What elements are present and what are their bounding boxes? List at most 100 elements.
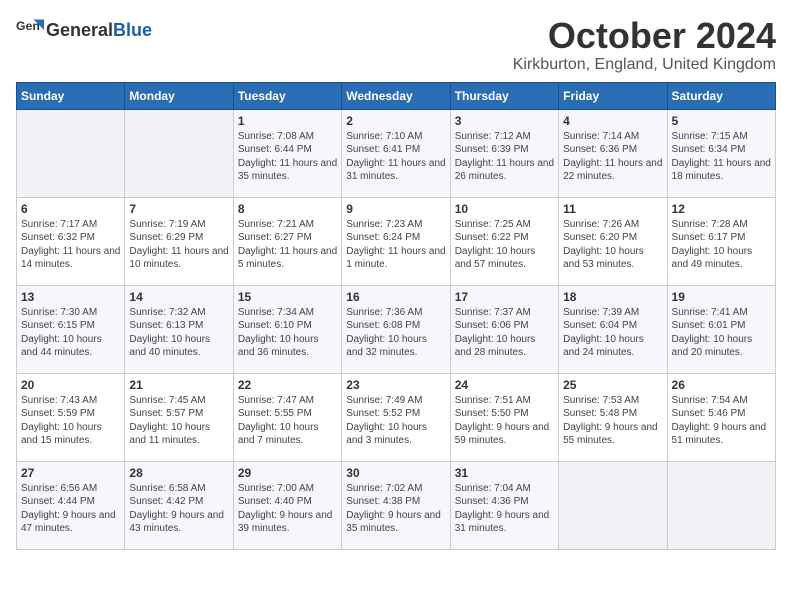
day-number: 10 [455, 202, 554, 216]
logo-text-blue: Blue [113, 20, 152, 40]
location-title: Kirkburton, England, United Kingdom [513, 56, 776, 74]
calendar-day-cell: 1Sunrise: 7:08 AM Sunset: 6:44 PM Daylig… [233, 109, 341, 197]
weekday-header-cell: Monday [125, 82, 233, 109]
day-detail: Sunrise: 7:23 AM Sunset: 6:24 PM Dayligh… [346, 218, 445, 272]
day-number: 16 [346, 290, 445, 304]
day-detail: Sunrise: 7:28 AM Sunset: 6:17 PM Dayligh… [672, 218, 771, 272]
day-number: 31 [455, 466, 554, 480]
calendar-day-cell: 8 Sunrise: 7:21 AM Sunset: 6:27 PM Daylig… [233, 197, 341, 285]
calendar-day-cell: 17Sunrise: 7:37 AM Sunset: 6:06 PM Dayli… [450, 285, 558, 373]
day-detail: Sunrise: 7:43 AM Sunset: 5:59 PM Dayligh… [21, 394, 120, 448]
day-number: 20 [21, 378, 120, 392]
day-detail: Sunrise: 7:53 AM Sunset: 5:48 PM Dayligh… [563, 394, 662, 448]
day-detail: Sunrise: 7:02 AM Sunset: 4:38 PM Dayligh… [346, 482, 445, 536]
day-detail: Sunrise: 7:26 AM Sunset: 6:20 PM Dayligh… [563, 218, 662, 272]
calendar-day-cell: 27Sunrise: 6:56 AM Sunset: 4:44 PM Dayli… [17, 461, 125, 549]
calendar-day-cell: 30 Sunrise: 7:02 AM Sunset: 4:38 PM Dayli… [342, 461, 450, 549]
weekday-header-cell: Wednesday [342, 82, 450, 109]
calendar-week-row: 1Sunrise: 7:08 AM Sunset: 6:44 PM Daylig… [17, 109, 776, 197]
day-detail: Sunrise: 7:36 AM Sunset: 6:08 PM Dayligh… [346, 306, 445, 360]
day-detail: Sunrise: 7:51 AM Sunset: 5:50 PM Dayligh… [455, 394, 554, 448]
day-number: 15 [238, 290, 337, 304]
calendar-body: 1Sunrise: 7:08 AM Sunset: 6:44 PM Daylig… [17, 109, 776, 549]
day-detail: Sunrise: 7:49 AM Sunset: 5:52 PM Dayligh… [346, 394, 445, 448]
calendar-day-cell: 22Sunrise: 7:47 AM Sunset: 5:55 PM Dayli… [233, 373, 341, 461]
day-detail: Sunrise: 7:08 AM Sunset: 6:44 PM Dayligh… [238, 130, 337, 184]
calendar-day-cell [667, 461, 775, 549]
day-number: 7 [129, 202, 228, 216]
day-number: 8 [238, 202, 337, 216]
calendar-day-cell: 11 Sunrise: 7:26 AM Sunset: 6:20 PM Dayli… [559, 197, 667, 285]
calendar-week-row: 20 Sunrise: 7:43 AM Sunset: 5:59 PM Dayli… [17, 373, 776, 461]
day-number: 28 [129, 466, 228, 480]
day-number: 2 [346, 114, 445, 128]
calendar-day-cell [125, 109, 233, 197]
calendar-day-cell: 13Sunrise: 7:30 AM Sunset: 6:15 PM Dayli… [17, 285, 125, 373]
calendar-day-cell [17, 109, 125, 197]
calendar-day-cell: 21 Sunrise: 7:45 AM Sunset: 5:57 PM Dayli… [125, 373, 233, 461]
month-title: October 2024 [513, 16, 776, 56]
day-detail: Sunrise: 7:54 AM Sunset: 5:46 PM Dayligh… [672, 394, 771, 448]
calendar-day-cell: 24 Sunrise: 7:51 AM Sunset: 5:50 PM Dayli… [450, 373, 558, 461]
weekday-header-row: SundayMondayTuesdayWednesdayThursdayFrid… [17, 82, 776, 109]
day-detail: Sunrise: 7:45 AM Sunset: 5:57 PM Dayligh… [129, 394, 228, 448]
weekday-header-cell: Tuesday [233, 82, 341, 109]
calendar-day-cell: 15 Sunrise: 7:34 AM Sunset: 6:10 PM Dayli… [233, 285, 341, 373]
day-number: 9 [346, 202, 445, 216]
day-detail: Sunrise: 6:58 AM Sunset: 4:42 PM Dayligh… [129, 482, 228, 536]
weekday-header-cell: Saturday [667, 82, 775, 109]
day-number: 27 [21, 466, 120, 480]
day-number: 14 [129, 290, 228, 304]
calendar-day-cell: 4 Sunrise: 7:14 AM Sunset: 6:36 PM Daylig… [559, 109, 667, 197]
day-number: 29 [238, 466, 337, 480]
day-number: 23 [346, 378, 445, 392]
calendar-day-cell: 18 Sunrise: 7:39 AM Sunset: 6:04 PM Dayli… [559, 285, 667, 373]
calendar-day-cell: 7 Sunrise: 7:19 AM Sunset: 6:29 PM Daylig… [125, 197, 233, 285]
weekday-header-cell: Sunday [17, 82, 125, 109]
weekday-header-cell: Thursday [450, 82, 558, 109]
day-detail: Sunrise: 7:32 AM Sunset: 6:13 PM Dayligh… [129, 306, 228, 360]
calendar-day-cell: 31Sunrise: 7:04 AM Sunset: 4:36 PM Dayli… [450, 461, 558, 549]
calendar-day-cell: 5Sunrise: 7:15 AM Sunset: 6:34 PM Daylig… [667, 109, 775, 197]
calendar-day-cell: 10 Sunrise: 7:25 AM Sunset: 6:22 PM Dayli… [450, 197, 558, 285]
day-detail: Sunrise: 7:21 AM Sunset: 6:27 PM Dayligh… [238, 218, 337, 272]
calendar-day-cell: 28 Sunrise: 6:58 AM Sunset: 4:42 PM Dayli… [125, 461, 233, 549]
day-detail: Sunrise: 7:17 AM Sunset: 6:32 PM Dayligh… [21, 218, 120, 272]
calendar-day-cell [559, 461, 667, 549]
header: Gen GeneralBlue October 2024 Kirkburton,… [16, 16, 776, 74]
day-number: 24 [455, 378, 554, 392]
day-number: 18 [563, 290, 662, 304]
day-number: 6 [21, 202, 120, 216]
title-area: October 2024 Kirkburton, England, United… [513, 16, 776, 74]
calendar-day-cell: 14 Sunrise: 7:32 AM Sunset: 6:13 PM Dayli… [125, 285, 233, 373]
day-detail: Sunrise: 7:37 AM Sunset: 6:06 PM Dayligh… [455, 306, 554, 360]
calendar-day-cell: 12 Sunrise: 7:28 AM Sunset: 6:17 PM Dayli… [667, 197, 775, 285]
day-number: 13 [21, 290, 120, 304]
calendar-day-cell: 16 Sunrise: 7:36 AM Sunset: 6:08 PM Dayli… [342, 285, 450, 373]
calendar-day-cell: 23 Sunrise: 7:49 AM Sunset: 5:52 PM Dayli… [342, 373, 450, 461]
calendar-day-cell: 2 Sunrise: 7:10 AM Sunset: 6:41 PM Daylig… [342, 109, 450, 197]
calendar-day-cell: 19Sunrise: 7:41 AM Sunset: 6:01 PM Dayli… [667, 285, 775, 373]
day-number: 4 [563, 114, 662, 128]
logo-icon: Gen [16, 16, 44, 44]
calendar-day-cell: 9 Sunrise: 7:23 AM Sunset: 6:24 PM Daylig… [342, 197, 450, 285]
day-number: 12 [672, 202, 771, 216]
calendar-day-cell: 6 Sunrise: 7:17 AM Sunset: 6:32 PM Daylig… [17, 197, 125, 285]
day-number: 11 [563, 202, 662, 216]
logo: Gen GeneralBlue [16, 16, 152, 44]
day-number: 5 [672, 114, 771, 128]
day-detail: Sunrise: 7:14 AM Sunset: 6:36 PM Dayligh… [563, 130, 662, 184]
day-number: 21 [129, 378, 228, 392]
day-detail: Sunrise: 7:10 AM Sunset: 6:41 PM Dayligh… [346, 130, 445, 184]
logo-text-general: General [46, 20, 113, 40]
calendar-table: SundayMondayTuesdayWednesdayThursdayFrid… [16, 82, 776, 550]
day-number: 26 [672, 378, 771, 392]
calendar-day-cell: 25Sunrise: 7:53 AM Sunset: 5:48 PM Dayli… [559, 373, 667, 461]
day-detail: Sunrise: 7:19 AM Sunset: 6:29 PM Dayligh… [129, 218, 228, 272]
day-detail: Sunrise: 7:25 AM Sunset: 6:22 PM Dayligh… [455, 218, 554, 272]
day-detail: Sunrise: 7:34 AM Sunset: 6:10 PM Dayligh… [238, 306, 337, 360]
calendar-week-row: 6 Sunrise: 7:17 AM Sunset: 6:32 PM Daylig… [17, 197, 776, 285]
day-number: 19 [672, 290, 771, 304]
day-number: 30 [346, 466, 445, 480]
day-detail: Sunrise: 7:39 AM Sunset: 6:04 PM Dayligh… [563, 306, 662, 360]
